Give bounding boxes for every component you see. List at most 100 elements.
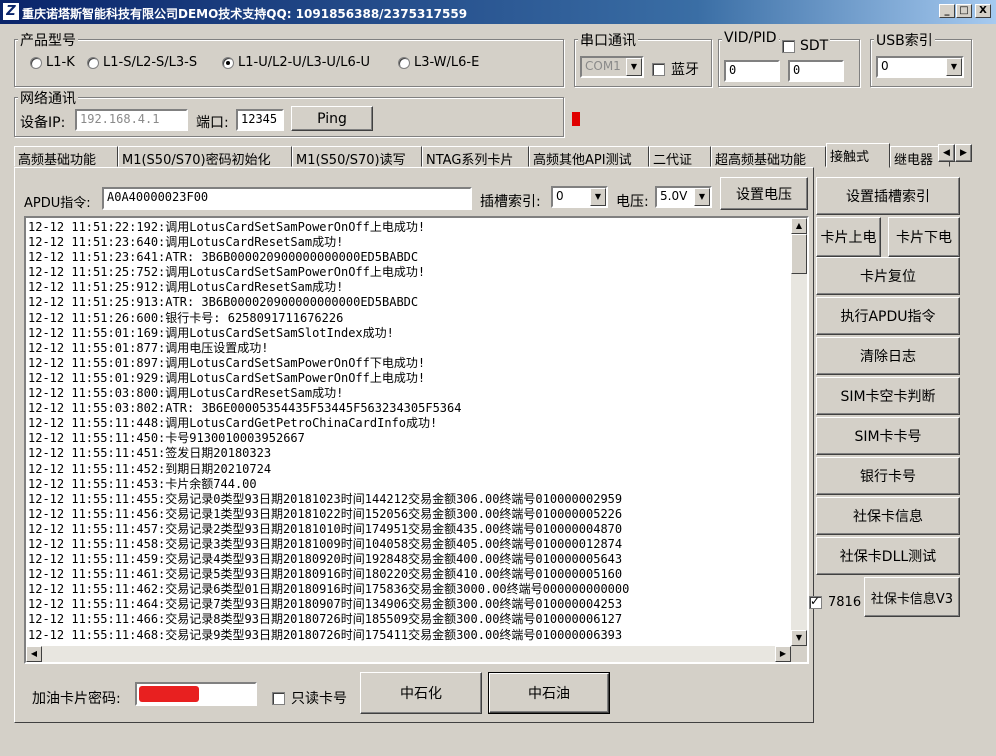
app-icon[interactable]: Z <box>3 3 19 20</box>
scroll-right-icon[interactable]: ▶ <box>775 646 791 662</box>
vidpid-group-label: VID/PID <box>722 30 779 46</box>
slot-index-label: 插槽索引: <box>480 194 541 210</box>
chevron-down-icon[interactable]: ▼ <box>626 58 642 76</box>
product-radio-label: L3-W/L6-E <box>414 55 480 70</box>
tab-bar: 高频基础功能 M1(S50/S70)密码初始化 M1(S50/S70)读写 NTAG系… <box>14 143 972 168</box>
card-power-on-button[interactable]: 卡片上电 <box>816 217 881 257</box>
usb-index-select[interactable]: 0 ▼ <box>876 56 964 78</box>
social-card-dll-test-button[interactable]: 社保卡DLL测试 <box>816 537 960 575</box>
pid-input[interactable]: 0 <box>788 60 844 82</box>
log-horizontal-scrollbar[interactable]: ◀ ▶ <box>26 646 791 662</box>
petrochina-button[interactable]: 中石油 <box>488 672 610 714</box>
log-line: 12-12 11:51:23:640:调用LotusCardResetSam成功… <box>28 235 344 250</box>
tab-scroll-right-icon[interactable]: ▶ <box>955 144 972 162</box>
tab-3[interactable]: NTAG系列卡片 <box>422 146 529 168</box>
log-line: 12-12 11:51:25:913:ATR: 3B6B000020900000… <box>28 295 419 310</box>
com-port-select[interactable]: COM1 ▼ <box>580 56 644 78</box>
device-ip-input[interactable]: 192.168.4.1 <box>75 109 188 131</box>
tab-1[interactable]: M1(S50/S70)密码初始化 <box>118 146 292 168</box>
log-line: 12-12 11:55:11:451:签发日期20180323 <box>28 446 272 461</box>
iso7816-checkbox[interactable]: 7816 <box>809 594 862 610</box>
log-line: 12-12 11:55:11:453:卡片余额744.00 <box>28 476 257 491</box>
apdu-input[interactable]: A0A40000023F00 <box>102 187 472 210</box>
sim-card-number-button[interactable]: SIM卡卡号 <box>816 417 960 455</box>
read-only-checkbox[interactable]: 只读卡号 <box>272 688 347 708</box>
close-button[interactable]: X <box>975 4 991 18</box>
log-vertical-scrollbar[interactable]: ▲ ▼ <box>791 218 807 646</box>
log-textarea[interactable]: 12-12 11:51:22:192:调用LotusCardSetSamPowe… <box>24 216 809 664</box>
product-radio-2[interactable]: L1-U/L2-U/L3-U/L6-U <box>222 55 370 70</box>
vid-input[interactable]: 0 <box>724 60 780 82</box>
scroll-corner <box>791 646 807 662</box>
tab-0[interactable]: 高频基础功能 <box>14 146 118 168</box>
scroll-left-icon[interactable]: ◀ <box>26 646 42 662</box>
clear-log-button[interactable]: 清除日志 <box>816 337 960 375</box>
card-reset-button[interactable]: 卡片复位 <box>816 257 960 295</box>
radio-dot[interactable] <box>87 56 99 69</box>
iso7816-label: 7816 <box>828 595 862 610</box>
fuel-password-label: 加油卡片密码: <box>32 691 121 707</box>
port-input[interactable]: 12345 <box>236 109 284 131</box>
sdt-checkbox[interactable]: SDT <box>780 38 831 54</box>
title-bar: Z 重庆诺塔斯智能科技有限公司DEMO技术支持QQ: 1091856388/23… <box>0 0 996 24</box>
radio-dot[interactable] <box>222 56 234 69</box>
tab-5[interactable]: 二代证 <box>649 146 711 168</box>
minimize-button[interactable]: _ <box>939 4 955 18</box>
log-line: 12-12 11:55:11:466:交易记录8类型93日期20180726时间… <box>28 612 623 627</box>
bluetooth-checkbox[interactable]: 蓝牙 <box>652 59 699 79</box>
radio-dot[interactable] <box>30 56 42 69</box>
log-line: 12-12 11:55:11:456:交易记录1类型93日期20181022时间… <box>28 506 623 521</box>
chevron-down-icon[interactable]: ▼ <box>590 188 606 206</box>
product-radio-3[interactable]: L3-W/L6-E <box>398 55 479 70</box>
slot-index-select[interactable]: 0 ▼ <box>551 186 608 208</box>
tab-7[interactable]: 接触式 <box>826 143 890 168</box>
sdt-check-box[interactable] <box>782 39 795 53</box>
log-lines: 12-12 11:51:22:192:调用LotusCardSetSamPowe… <box>28 220 629 643</box>
read-only-check-box[interactable] <box>272 691 285 705</box>
product-radio-0[interactable]: L1-K <box>30 55 75 70</box>
tab-4[interactable]: 高频其他API测试 <box>529 146 649 168</box>
radio-dot[interactable] <box>398 56 410 69</box>
chevron-down-icon[interactable]: ▼ <box>946 58 962 76</box>
log-line: 12-12 11:55:01:169:调用LotusCardSetSamSlot… <box>28 325 394 340</box>
product-radio-label: L1-K <box>46 55 75 70</box>
card-power-off-button[interactable]: 卡片下电 <box>888 217 960 257</box>
ping-button[interactable]: Ping <box>291 106 373 131</box>
scroll-up-icon[interactable]: ▲ <box>791 218 807 234</box>
iso7816-check-box[interactable] <box>809 594 822 609</box>
social-card-info-button[interactable]: 社保卡信息 <box>816 497 960 535</box>
maximize-button[interactable]: □ <box>956 4 972 18</box>
log-line: 12-12 11:55:11:464:交易记录7类型93日期20180907时间… <box>28 597 623 612</box>
fuel-password-input[interactable] <box>135 682 257 706</box>
social-card-info-v3-button[interactable]: 社保卡信息V3 <box>864 577 960 617</box>
log-line: 12-12 11:51:25:752:调用LotusCardSetSamPowe… <box>28 265 426 280</box>
product-radio-1[interactable]: L1-S/L2-S/L3-S <box>87 55 197 70</box>
voltage-select[interactable]: 5.0V ▼ <box>655 186 712 208</box>
log-line: 12-12 11:55:11:462:交易记录6类型01日期20180916时间… <box>28 582 630 597</box>
execute-apdu-button[interactable]: 执行APDU指令 <box>816 297 960 335</box>
bank-card-number-button[interactable]: 银行卡号 <box>816 457 960 495</box>
chevron-down-icon[interactable]: ▼ <box>694 188 710 206</box>
sim-empty-check-button[interactable]: SIM卡空卡判断 <box>816 377 960 415</box>
log-line: 12-12 11:55:11:455:交易记录0类型93日期20181023时间… <box>28 491 623 506</box>
slot-index-value: 0 <box>556 189 564 203</box>
sinopec-button[interactable]: 中石化 <box>360 672 482 714</box>
product-radio-label: L1-S/L2-S/L3-S <box>103 55 198 70</box>
log-line: 12-12 11:55:03:802:ATR: 3B6E00005354435F… <box>28 401 462 416</box>
bluetooth-check-box[interactable] <box>652 62 665 76</box>
set-voltage-button[interactable]: 设置电压 <box>720 177 808 210</box>
voltage-label: 电压: <box>616 194 649 210</box>
read-only-label: 只读卡号 <box>291 691 347 707</box>
voltage-value: 5.0V <box>660 189 688 203</box>
tab-6[interactable]: 超高频基础功能 <box>711 146 826 168</box>
port-label: 端口: <box>196 115 229 131</box>
set-slot-index-button[interactable]: 设置插槽索引 <box>816 177 960 215</box>
tab-2[interactable]: M1(S50/S70)读写 <box>292 146 422 168</box>
scroll-thumb[interactable] <box>791 234 807 274</box>
bluetooth-label: 蓝牙 <box>671 62 699 78</box>
tab-scroll-left-icon[interactable]: ◀ <box>938 144 955 162</box>
scroll-down-icon[interactable]: ▼ <box>791 630 807 646</box>
usb-group-label: USB索引 <box>874 30 935 50</box>
usb-index-value: 0 <box>881 59 889 73</box>
log-line: 12-12 11:51:26:600:银行卡号: 625809171167622… <box>28 310 344 325</box>
